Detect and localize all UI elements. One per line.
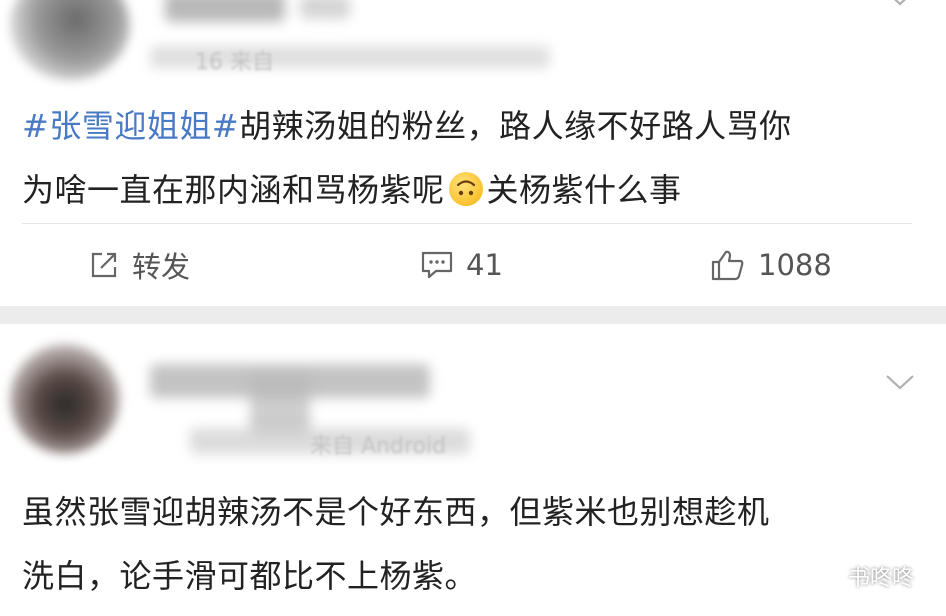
post-card: 16 来自 #张雪迎姐姐#胡辣汤姐的粉丝，路人缘不好路人骂你 为啥一直在那内涵和… <box>0 0 946 306</box>
avatar[interactable] <box>10 344 120 454</box>
post-text-line: 洗白，论手滑可都比不上杨紫。 <box>22 557 478 595</box>
comment-icon <box>421 251 453 279</box>
post-text: 虽然张雪迎胡辣汤不是个好东西，但紫米也别想趁机 洗白，论手滑可都比不上杨紫。 <box>22 480 922 608</box>
like-count: 1088 <box>758 248 832 282</box>
post-text: #张雪迎姐姐#胡辣汤姐的粉丝，路人缘不好路人骂你 为啥一直在那内涵和骂杨紫呢 关… <box>22 94 922 222</box>
avatar[interactable] <box>10 0 130 80</box>
post-text-line: 为啥一直在那内涵和骂杨紫呢 <box>22 171 445 209</box>
share-icon <box>91 252 117 278</box>
post-separator <box>0 306 946 324</box>
repost-label: 转发 <box>132 250 191 284</box>
watermark: 书咚咚 <box>808 560 914 592</box>
post-meta: 16 来自 <box>195 50 274 75</box>
wechat-icon <box>809 563 840 589</box>
comment-button[interactable]: 41 <box>420 224 503 306</box>
chevron-down-icon[interactable] <box>884 0 916 8</box>
hashtag-link[interactable]: #张雪迎姐姐# <box>22 107 239 145</box>
post-card: 来自 Android 虽然张雪迎胡辣汤不是个好东西，但紫米也别想趁机 洗白，论手… <box>0 324 946 616</box>
like-button[interactable]: 1088 <box>710 224 832 306</box>
repost-button[interactable]: 转发 <box>88 224 190 306</box>
post-text-line: 关杨紫什么事 <box>486 171 682 209</box>
post-text-line: 虽然张雪迎胡辣汤不是个好东西，但紫米也别想趁机 <box>22 493 770 531</box>
post-text-line: 胡辣汤姐的粉丝，路人缘不好路人骂你 <box>239 107 792 145</box>
watermark-label: 书咚咚 <box>848 566 915 591</box>
chevron-down-icon[interactable] <box>884 372 916 392</box>
action-bar: 转发 41 1088 <box>0 224 946 306</box>
post-meta: 来自 Android <box>310 434 447 459</box>
username-blurred <box>300 0 350 19</box>
username-blurred <box>250 374 310 434</box>
upside-down-face-icon <box>448 172 483 206</box>
username-blurred[interactable] <box>165 0 285 22</box>
comment-count: 41 <box>466 248 503 282</box>
thumbs-up-icon <box>711 250 744 281</box>
